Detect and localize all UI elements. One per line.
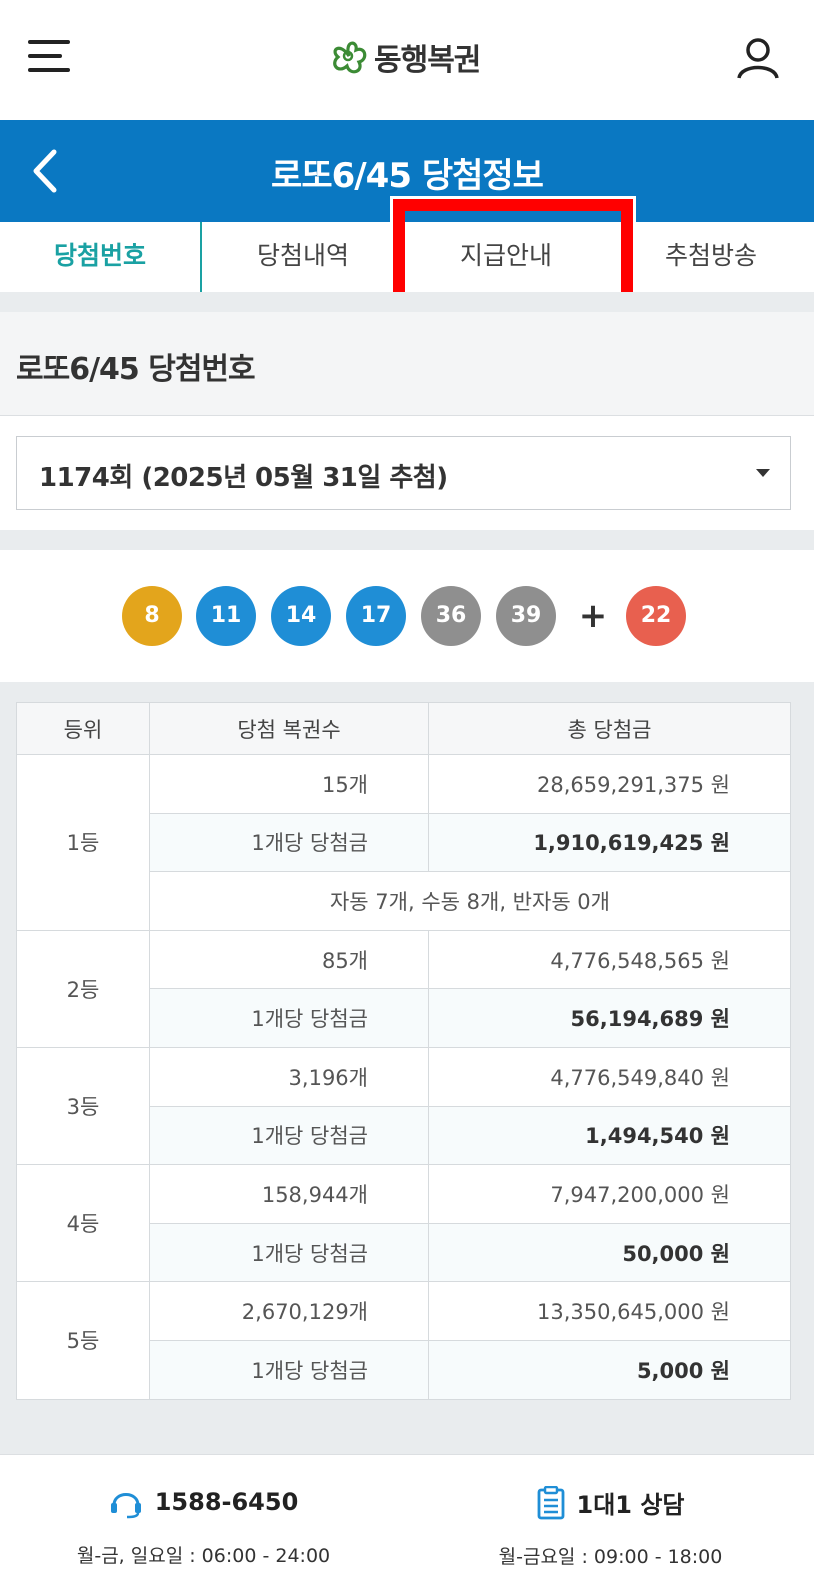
number-ball: 39 xyxy=(496,586,556,646)
per-ticket-label: 1개당 당첨금 xyxy=(149,812,429,873)
logo-text: 동행복권 xyxy=(374,43,481,78)
total-prize-cell: 13,350,645,000 원 xyxy=(428,1281,791,1341)
rank-cell: 2등 xyxy=(16,929,150,1048)
per-ticket-amount: 56,194,689 원 xyxy=(428,988,791,1048)
rank-cell: 5등 xyxy=(16,1281,150,1400)
bonus-number-ball: 22 xyxy=(626,586,686,646)
phone-hours: 월-금, 일요일 : 06:00 - 24:00 xyxy=(76,1545,331,1567)
consult-label: 1대1 상담 xyxy=(576,1491,685,1519)
table-row: 3등 3,196개 4,776,549,840 원 xyxy=(16,1046,791,1166)
per-ticket-amount: 5,000 원 xyxy=(428,1339,791,1400)
user-icon xyxy=(737,38,779,79)
logo[interactable]: 동행복권 xyxy=(328,34,481,80)
tab-draw-broadcast[interactable]: 추첨방송 xyxy=(608,222,814,292)
caret-down-icon xyxy=(756,469,770,477)
number-ball: 11 xyxy=(196,586,256,646)
per-ticket-amount: 50,000 원 xyxy=(428,1222,791,1283)
prize-table: 등위 당첨 복권수 총 당첨금 1등 15개 28,659,291,375 원 … xyxy=(16,702,791,1400)
table-row: 4등 158,944개 7,947,200,000 원 xyxy=(16,1164,791,1283)
page-title-bar: 로또6/45 당첨정보 xyxy=(0,120,814,222)
table-header-row: 등위 당첨 복권수 총 당첨금 xyxy=(16,702,791,755)
per-ticket-amount: 1,910,619,425 원 xyxy=(428,812,791,873)
tab-bar: 당첨번호 당첨내역 지급안내 추첨방송 xyxy=(0,222,814,294)
user-account-button[interactable] xyxy=(736,36,780,80)
top-header: 동행복권 xyxy=(0,0,814,120)
consult-hours: 월-금요일 : 09:00 - 18:00 xyxy=(498,1545,723,1568)
tab-payment-guide[interactable]: 지급안내 xyxy=(404,222,608,292)
section-header: 로또6/45 당첨번호 xyxy=(0,312,814,416)
one-on-one-consult[interactable]: 1대1 상담 월-금요일 : 09:00 - 18:00 xyxy=(407,1485,814,1569)
total-prize-cell: 28,659,291,375 원 xyxy=(428,754,791,814)
purchase-type-note: 자동 7개, 수동 8개, 반자동 0개 xyxy=(149,871,791,931)
divider xyxy=(0,292,814,312)
per-ticket-label: 1개당 당첨금 xyxy=(149,1105,429,1166)
number-ball: 8 xyxy=(122,586,182,646)
footer-contact: 1588-6450 월-금, 일요일 : 06:00 - 24:00 1대1 상… xyxy=(0,1454,814,1574)
rank-cell: 3등 xyxy=(16,1046,150,1166)
round-select[interactable]: 1174회 (2025년 05월 31일 추첨) xyxy=(16,436,791,510)
header-ticket-count: 당첨 복권수 xyxy=(149,702,429,755)
winning-numbers: 8 11 14 17 36 39 + 22 xyxy=(0,550,814,682)
rank-cell: 4등 xyxy=(16,1164,150,1283)
header-total-prize: 총 당첨금 xyxy=(428,702,791,755)
hamburger-icon xyxy=(28,40,70,44)
ticket-count-cell: 3,196개 xyxy=(149,1046,429,1107)
total-prize-cell: 4,776,548,565 원 xyxy=(428,929,791,990)
tab-winning-history[interactable]: 당첨내역 xyxy=(202,222,404,292)
header-rank: 등위 xyxy=(16,702,150,755)
number-ball: 14 xyxy=(271,586,331,646)
phone-contact[interactable]: 1588-6450 월-금, 일요일 : 06:00 - 24:00 xyxy=(0,1485,407,1568)
divider xyxy=(0,530,814,550)
hamburger-icon-line xyxy=(28,68,70,72)
total-prize-cell: 4,776,549,840 원 xyxy=(428,1046,791,1107)
clover-logo-icon xyxy=(333,41,367,74)
round-select-area: 1174회 (2025년 05월 31일 추첨) xyxy=(0,416,814,530)
hamburger-icon-line xyxy=(28,54,62,58)
rank-cell: 1등 xyxy=(16,754,150,931)
table-row: 2등 85개 4,776,548,565 원 xyxy=(16,929,791,1048)
number-ball: 36 xyxy=(421,586,481,646)
headset-icon xyxy=(110,1493,141,1519)
per-ticket-amount: 1,494,540 원 xyxy=(428,1105,791,1166)
per-ticket-label: 1개당 당첨금 xyxy=(149,1222,429,1283)
total-prize-cell: 7,947,200,000 원 xyxy=(428,1164,791,1224)
ticket-count-cell: 158,944개 xyxy=(149,1164,429,1224)
phone-number: 1588-6450 xyxy=(154,1488,299,1516)
clipboard-icon xyxy=(537,1485,564,1519)
prize-table-area: 등위 당첨 복권수 총 당첨금 1등 15개 28,659,291,375 원 … xyxy=(0,682,814,1454)
ticket-count-cell: 2,670,129개 xyxy=(149,1281,429,1341)
page-title: 로또6/45 당첨정보 xyxy=(271,156,544,196)
round-select-value: 1174회 (2025년 05월 31일 추첨) xyxy=(39,463,448,493)
per-ticket-label: 1개당 당첨금 xyxy=(149,988,429,1048)
ticket-count-cell: 85개 xyxy=(149,929,429,990)
section-title: 로또6/45 당첨번호 xyxy=(16,352,256,387)
number-ball: 17 xyxy=(346,586,406,646)
per-ticket-label: 1개당 당첨금 xyxy=(149,1339,429,1400)
plus-sign: + xyxy=(578,596,608,636)
hamburger-menu-button[interactable] xyxy=(28,38,70,74)
table-row: 5등 2,670,129개 13,350,645,000 원 xyxy=(16,1281,791,1400)
tab-winning-numbers[interactable]: 당첨번호 xyxy=(0,222,202,294)
table-row: 1등 15개 28,659,291,375 원 xyxy=(16,754,791,931)
ticket-count-cell: 15개 xyxy=(149,754,429,814)
